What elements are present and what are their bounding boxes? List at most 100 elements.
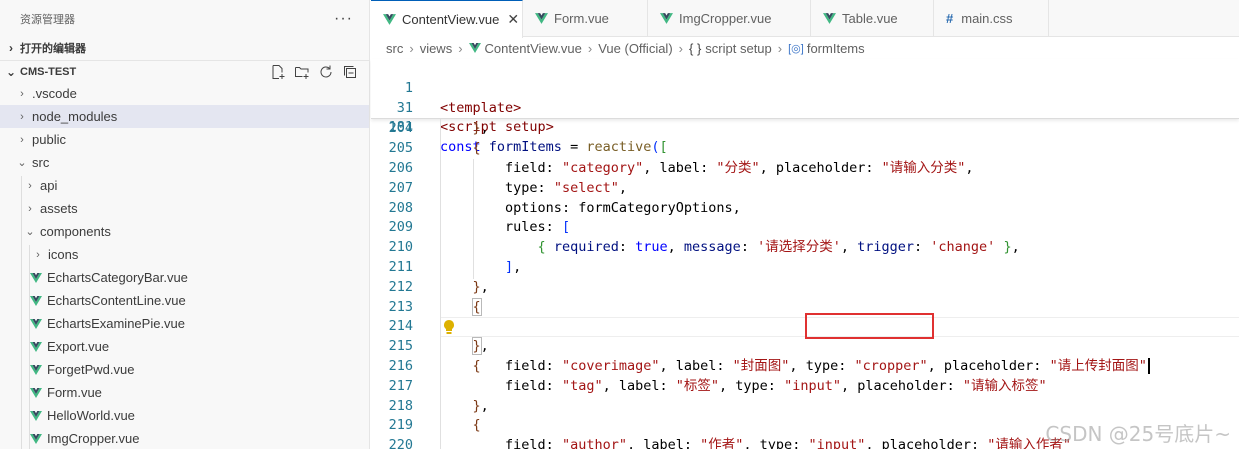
code-token: field xyxy=(505,159,546,176)
code-token: 'change' xyxy=(930,239,996,256)
code-line[interactable]: 204 }, xyxy=(371,119,1239,139)
code-lines[interactable]: 204 }, 205 { 206 field: "category", labe… xyxy=(371,119,1239,449)
chevron-right-icon: › xyxy=(678,40,683,56)
code-token: "标签" xyxy=(675,377,720,394)
line-number: 217 xyxy=(388,377,413,394)
breadcrumb-views[interactable]: views xyxy=(420,41,453,56)
code-line[interactable]: 181 const formItems = reactive([ xyxy=(371,99,1239,155)
code-line[interactable]: 207 type: "select", xyxy=(371,179,1239,199)
chevron-right-icon: › xyxy=(777,40,783,56)
refresh-icon[interactable] xyxy=(317,63,335,81)
sticky-scroll[interactable]: 1 <template> 31 <script setup> 181 const… xyxy=(371,59,1239,155)
tree-item-label: EchartsExaminePie.vue xyxy=(47,316,186,331)
breadcrumb-file[interactable]: ContentView.vue xyxy=(485,41,582,56)
file-item[interactable]: HelloWorld.vue xyxy=(0,404,369,427)
more-actions-icon[interactable]: ··· xyxy=(334,10,353,28)
file-item[interactable]: ImgCropper.vue xyxy=(0,427,369,449)
line-number: 209 xyxy=(388,219,413,236)
vue-icon xyxy=(660,13,679,24)
code-token: "tag" xyxy=(561,377,603,394)
tree-item-label: Export.vue xyxy=(47,339,110,354)
code-token: label xyxy=(618,377,660,394)
folder-item[interactable]: › api xyxy=(0,174,369,197)
chevron-right-icon: › xyxy=(20,133,24,146)
code-line[interactable]: 212 }, xyxy=(371,278,1239,298)
code-token: true xyxy=(635,239,668,256)
vue-file-icon xyxy=(30,364,47,375)
line-number: 215 xyxy=(388,338,413,355)
chevron-right-icon: › xyxy=(28,179,32,192)
tree-item-label: src xyxy=(32,155,50,170)
breadcrumb-src[interactable]: src xyxy=(386,41,403,56)
tab-label: Form.vue xyxy=(554,11,609,26)
folder-item[interactable]: ⌄ components xyxy=(0,220,369,243)
code-token: type xyxy=(505,179,538,196)
vue-file-icon xyxy=(30,341,47,352)
breadcrumb-symbol[interactable]: formItems xyxy=(807,41,865,56)
code-line[interactable]: 209 rules: [ xyxy=(371,218,1239,238)
lightbulb-icon[interactable] xyxy=(442,319,456,335)
code-line[interactable]: 211 ], xyxy=(371,258,1239,278)
open-editors-section[interactable]: › 打开的编辑器 xyxy=(0,37,369,59)
tab-form-vue[interactable]: Form.vue xyxy=(523,0,648,37)
editor-area: ContentView.vue ✕ Form.vue ImgCropper.vue Ta… xyxy=(371,0,1239,449)
chevron-down-icon: ⌄ xyxy=(17,157,27,169)
chevron-right-icon: › xyxy=(587,40,593,56)
collapse-all-icon[interactable] xyxy=(341,63,359,81)
file-item[interactable]: ForgetPwd.vue xyxy=(0,358,369,381)
code-line[interactable]: 206 field: "category", label: "分类", plac… xyxy=(371,159,1239,179)
code-token: "author" xyxy=(561,437,627,449)
file-item[interactable]: EchartsCategoryBar.vue xyxy=(0,266,369,289)
tab-imgcropper-vue[interactable]: ImgCropper.vue xyxy=(648,0,811,37)
watermark: CSDN @25号底片~ xyxy=(1045,422,1231,446)
chevron-right-icon: › xyxy=(20,87,24,100)
folder-item[interactable]: › assets xyxy=(0,197,369,220)
code-token: "category" xyxy=(561,159,644,176)
tab-label: Table.vue xyxy=(842,11,898,26)
tree-item-label: ForgetPwd.vue xyxy=(47,362,135,377)
folder-item[interactable]: › public xyxy=(0,128,369,151)
code-line[interactable]: 215 }, xyxy=(371,337,1239,357)
breadcrumb-script-setup[interactable]: script setup xyxy=(705,41,771,56)
file-item[interactable]: Form.vue xyxy=(0,381,369,404)
breadcrumb-language[interactable]: Vue (Official) xyxy=(598,41,672,56)
file-item[interactable]: EchartsContentLine.vue xyxy=(0,289,369,312)
line-number: 218 xyxy=(388,397,413,414)
tab-table-vue[interactable]: Table.vue xyxy=(811,0,934,37)
chevron-right-icon: › xyxy=(9,41,13,55)
folder-item[interactable]: ⌄ src xyxy=(0,151,369,174)
tab-label: ContentView.vue xyxy=(402,12,500,27)
close-icon[interactable]: ✕ xyxy=(507,11,519,28)
folder-item[interactable]: › node_modules xyxy=(0,105,369,128)
code-line[interactable]: 205 { xyxy=(371,139,1239,159)
code-token: "请输入分类" xyxy=(881,159,966,176)
code-line[interactable]: 216 { xyxy=(371,357,1239,377)
file-item[interactable]: Export.vue xyxy=(0,335,369,358)
code-editor[interactable]: 1 <template> 31 <script setup> 181 const… xyxy=(371,59,1239,449)
folder-item[interactable]: › .vscode xyxy=(0,82,369,105)
code-token: placeholder xyxy=(775,159,866,176)
project-section[interactable]: ⌄ CMS-TEST xyxy=(0,60,369,82)
tab-main-css[interactable]: # main.css xyxy=(934,0,1049,37)
code-line[interactable]: 208 options: formCategoryOptions, xyxy=(371,199,1239,219)
vue-file-icon xyxy=(30,295,47,306)
code-line[interactable]: 1 <template> xyxy=(371,59,1239,116)
tree-item-label: api xyxy=(40,178,58,193)
line-number: 206 xyxy=(388,159,413,176)
code-line[interactable]: 218 }, xyxy=(371,397,1239,417)
tree-item-label: .vscode xyxy=(32,86,77,101)
code-token: label xyxy=(643,437,684,449)
tab-contentview-vue[interactable]: ContentView.vue ✕ xyxy=(371,0,523,38)
new-folder-icon[interactable] xyxy=(293,63,311,81)
braces-icon: { } xyxy=(689,40,702,56)
code-token: message xyxy=(683,239,741,256)
new-file-icon[interactable] xyxy=(269,63,287,81)
file-item[interactable]: EchartsExaminePie.vue xyxy=(0,312,369,335)
tree-item-label: icons xyxy=(48,247,79,262)
code-line[interactable]: 217 field: "tag", label: "标签", type: "in… xyxy=(371,377,1239,397)
code-token: '请选择分类' xyxy=(757,239,841,256)
code-token: type xyxy=(735,377,768,394)
code-line[interactable]: 31 <script setup> xyxy=(371,79,1239,136)
folder-item[interactable]: › icons xyxy=(0,243,369,266)
code-line[interactable]: 210 { required: true, message: '请选择分类', … xyxy=(371,238,1239,258)
